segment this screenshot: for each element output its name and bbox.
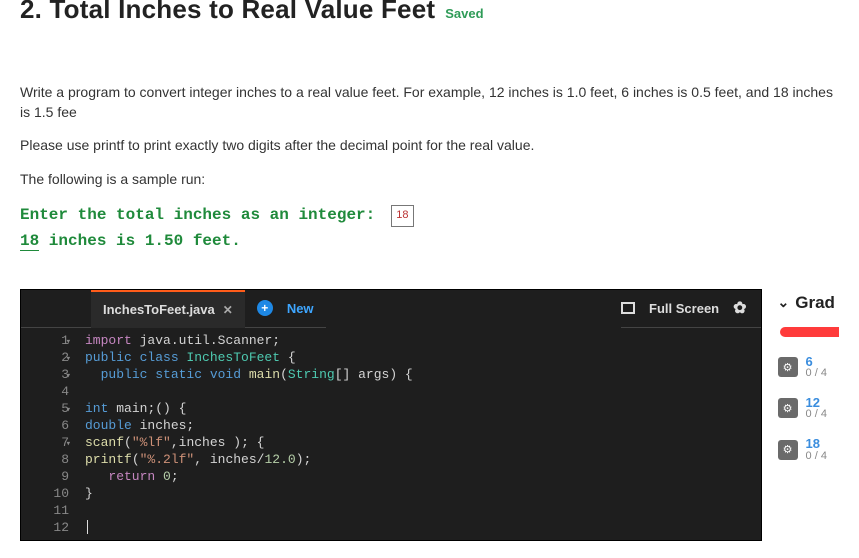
- grade-label: 18: [806, 437, 827, 451]
- grading-panel: ⌄ Grad ⚙60 / 4⚙120 / 4⚙180 / 4: [778, 289, 839, 479]
- grade-score: 0 / 4: [806, 451, 827, 463]
- grade-score: 0 / 4: [806, 409, 827, 421]
- problem-description: Write a program to convert integer inche…: [20, 83, 839, 189]
- page-title: 2. Total Inches to Real Value Feet: [20, 0, 435, 25]
- desc-line-3: The following is a sample run:: [20, 170, 839, 190]
- tab-label: InchesToFeet.java: [103, 302, 215, 317]
- grade-item[interactable]: ⚙ 60 / 4: [778, 355, 839, 380]
- desc-line-2: Please use printf to print exactly two d…: [20, 136, 839, 156]
- sample-result-text: inches is 1.50 feet.: [39, 232, 241, 250]
- grade-label: 12: [806, 396, 827, 410]
- grading-progress-bar: [780, 327, 839, 337]
- editor-tab-bar: InchesToFeet.java ✕ + New Full Screen ✿: [21, 290, 761, 328]
- gear-icon: ⚙: [778, 357, 798, 377]
- grading-header[interactable]: ⌄ Grad: [778, 293, 839, 313]
- code-lines[interactable]: import java.util.Scanner;public class In…: [79, 328, 761, 540]
- tab-new[interactable]: + New: [245, 290, 326, 328]
- tab-inchestofeet[interactable]: InchesToFeet.java ✕: [91, 290, 245, 328]
- sample-run: Enter the total inches as an integer: 18…: [20, 203, 839, 254]
- line-gutter: 1▾2▾3▾45▾67▾89101112: [21, 328, 79, 540]
- desc-line-1: Write a program to convert integer inche…: [20, 83, 839, 122]
- gear-icon: ⚙: [778, 398, 798, 418]
- close-icon[interactable]: ✕: [223, 303, 233, 317]
- grading-heading-text: Grad: [795, 293, 835, 313]
- sample-prompt: Enter the total inches as an integer:: [20, 203, 375, 229]
- grade-score: 0 / 4: [806, 368, 827, 380]
- fullscreen-icon[interactable]: [621, 302, 635, 314]
- gear-icon[interactable]: ✿: [733, 298, 746, 318]
- sample-result-value: 18: [20, 232, 39, 251]
- plus-icon: +: [257, 300, 273, 316]
- grade-item[interactable]: ⚙ 180 / 4: [778, 437, 839, 462]
- gear-icon: ⚙: [778, 440, 798, 460]
- code-editor[interactable]: InchesToFeet.java ✕ + New Full Screen ✿ …: [20, 289, 762, 541]
- grade-item[interactable]: ⚙ 120 / 4: [778, 396, 839, 421]
- sample-input-box: 18: [391, 205, 413, 227]
- chevron-down-icon: ⌄: [778, 294, 790, 311]
- saved-indicator: Saved: [445, 6, 483, 21]
- tab-new-label: New: [287, 301, 314, 316]
- grade-label: 6: [806, 355, 827, 369]
- fullscreen-button[interactable]: Full Screen: [649, 301, 719, 316]
